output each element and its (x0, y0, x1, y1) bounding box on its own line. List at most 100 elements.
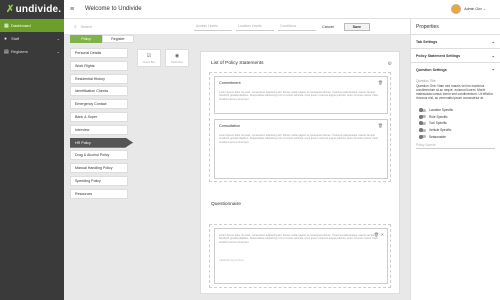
toggle-label: Location Specific (429, 108, 454, 113)
widget-label: Radio Box (171, 60, 183, 64)
sidebar-item-label: Registers (11, 49, 28, 54)
policy-item[interactable]: Work Rights (70, 60, 128, 71)
question-settings-accordion[interactable]: Question Settings ⌃ (411, 63, 500, 77)
policy-item[interactable]: Drug & Alcohol Policy (70, 150, 128, 161)
select-value: Location Levels (238, 24, 262, 28)
location-specific-toggle[interactable]: Location Specific (411, 107, 500, 114)
toolbar: ⚲ Search Access Levels Location Levels C… (64, 19, 410, 35)
save-button[interactable]: Save (343, 22, 370, 31)
cancel-button[interactable]: Cancel (322, 25, 334, 29)
toggle-label: Seasonable (429, 134, 446, 139)
logo-mark-icon: ✗ (6, 4, 15, 15)
menu-icon[interactable]: ≡ (70, 6, 77, 13)
policy-item[interactable]: Emergency Contact (70, 99, 128, 110)
role-specific-toggle[interactable]: Role Specific (411, 114, 500, 121)
conditions-select[interactable]: Conditions (278, 23, 316, 31)
radio-widget[interactable]: ◉ Radio Box (165, 49, 189, 67)
sidebar-item-staff[interactable]: ● Staff ⌄ (0, 32, 64, 45)
chevron-down-icon: ⌄ (491, 39, 495, 44)
policy-item[interactable]: Speeding Policy (70, 175, 128, 186)
properties-title: Properties (411, 19, 500, 35)
chevron-down-icon: ⌄ (56, 49, 60, 54)
accordion-label: Policy Statement Settings (416, 53, 461, 58)
main-content: Policy Register Personal Details Work Ri… (64, 35, 410, 300)
seasonable-toggle[interactable]: Seasonable (411, 133, 500, 140)
sidebar-item-dashboard[interactable]: ▦ Dashboard (0, 19, 64, 32)
properties-panel: Properties Tab Settings ⌄ Policy Stateme… (410, 19, 500, 300)
select-value: Policy Source (416, 142, 436, 147)
questionnaire-frame: 🗑 ✕ Lorem ipsum dolor sit amet, consecte… (209, 224, 391, 288)
policy-item[interactable]: Residential History (70, 73, 128, 84)
avatar (451, 4, 462, 14)
search-icon: ⚲ (74, 24, 77, 29)
search-placeholder: Search (80, 24, 93, 29)
consultation-card[interactable]: Consultation 🗑 Lorem ipsum dolor sit ame… (214, 119, 388, 179)
toggle-label: Tool Specific (429, 121, 447, 126)
close-icon[interactable]: ✕ (381, 232, 384, 237)
trash-icon[interactable]: 🗑 (378, 123, 383, 128)
sidebar: ✗ undivide. ▦ Dashboard ● Staff ⌄ ▤ Regis… (0, 0, 64, 300)
chevron-down-icon: ⌄ (56, 36, 60, 41)
question-card[interactable]: 🗑 ✕ Lorem ipsum dolor sit amet, consecte… (214, 228, 388, 284)
question-text: Lorem ipsum dolor sit amet, consectetur … (219, 234, 379, 244)
policy-statement-settings-accordion[interactable]: Policy Statement Settings ⌄ (411, 49, 500, 63)
toggle-switch[interactable] (419, 114, 426, 119)
policy-list: Personal Details Work Rights Residential… (70, 48, 133, 202)
register-icon: ▤ (4, 48, 9, 55)
grid-icon: ▦ (4, 22, 9, 29)
tab-register[interactable]: Register (102, 35, 134, 43)
toggle-switch[interactable] (419, 134, 426, 139)
policy-item[interactable]: Personal Details (70, 48, 128, 58)
profile-menu[interactable]: Admin Gov ⌄ (451, 4, 486, 14)
card-text: Lorem ipsum dolor sit amet, consectetur … (219, 134, 379, 144)
sidebar-item-label: Staff (11, 36, 20, 41)
gear-icon[interactable]: ⚙ (388, 61, 392, 67)
trash-icon[interactable]: 🗑 (378, 80, 383, 85)
card-text: Lorem ipsum dolor sit amet, consectetur … (219, 91, 379, 101)
top-bar: ≡ Welcome to Undivide Admin Gov ⌄ (64, 0, 500, 19)
person-icon: ● (4, 35, 8, 42)
tab-policy[interactable]: Policy (70, 35, 102, 43)
location-levels-select[interactable]: Location Levels (236, 23, 274, 31)
flag-options-link[interactable]: Add/Edit Flag Options (219, 259, 244, 262)
profile-name: Admin Gov ⌄ (464, 7, 486, 11)
logo-text: undivide. (15, 4, 62, 15)
chevron-down-icon: ⌄ (491, 53, 495, 58)
search-input[interactable]: ⚲ Search (74, 25, 194, 29)
policy-item[interactable]: Manual Handling Policy (70, 163, 128, 174)
toggle-switch[interactable] (419, 121, 426, 126)
page-title: Welcome to Undivide (85, 6, 142, 12)
policy-source-select[interactable]: Policy Source (416, 142, 495, 149)
policy-item[interactable]: Resources (70, 188, 128, 199)
select-value: Access Levels (196, 24, 218, 28)
toggle-label: Role Specific (429, 114, 448, 119)
accordion-label: Question Settings (416, 68, 447, 72)
tab-settings-accordion[interactable]: Tab Settings ⌄ (411, 35, 500, 49)
vehicle-specific-toggle[interactable]: Vehicle Specific (411, 127, 500, 134)
access-levels-select[interactable]: Access Levels (194, 23, 232, 31)
policy-section-title: List of Policy Statements (211, 61, 264, 66)
tab-bar: Policy Register (70, 35, 134, 43)
sidebar-item-label: Dashboard (11, 23, 31, 28)
chevron-up-icon: ⌃ (491, 67, 495, 73)
card-title: Commitment (219, 81, 241, 85)
select-value: Conditions (280, 24, 297, 28)
radio-icon: ◉ (174, 52, 180, 59)
widget-palette: ☑ Check Box ◉ Radio Box (137, 49, 189, 67)
policy-statements-frame: Commitment 🗑 Lorem ipsum dolor sit amet,… (209, 72, 391, 182)
toggle-switch[interactable] (419, 128, 426, 133)
commitment-card[interactable]: Commitment 🗑 Lorem ipsum dolor sit amet,… (214, 76, 388, 114)
policy-item[interactable]: Identification Checks (70, 86, 128, 97)
sidebar-item-registers[interactable]: ▤ Registers ⌄ (0, 45, 64, 58)
question-title-field[interactable]: Question One: Nam sed mauris vel leo max… (411, 83, 500, 101)
policy-item-active[interactable]: HR Policy (70, 137, 133, 148)
policy-item[interactable]: Bank & Super (70, 111, 128, 122)
toggle-switch[interactable] (419, 108, 426, 113)
checkbox-widget[interactable]: ☑ Check Box (137, 49, 161, 67)
policy-item[interactable]: Interview (70, 124, 128, 135)
questionnaire-title: Questionnaire (211, 202, 241, 207)
form-canvas: List of Policy Statements ⚙ Commitment 🗑… (200, 51, 400, 294)
app-logo[interactable]: ✗ undivide. (0, 0, 64, 19)
accordion-label: Tab Settings (416, 39, 438, 44)
tool-specific-toggle[interactable]: Tool Specific (411, 120, 500, 127)
